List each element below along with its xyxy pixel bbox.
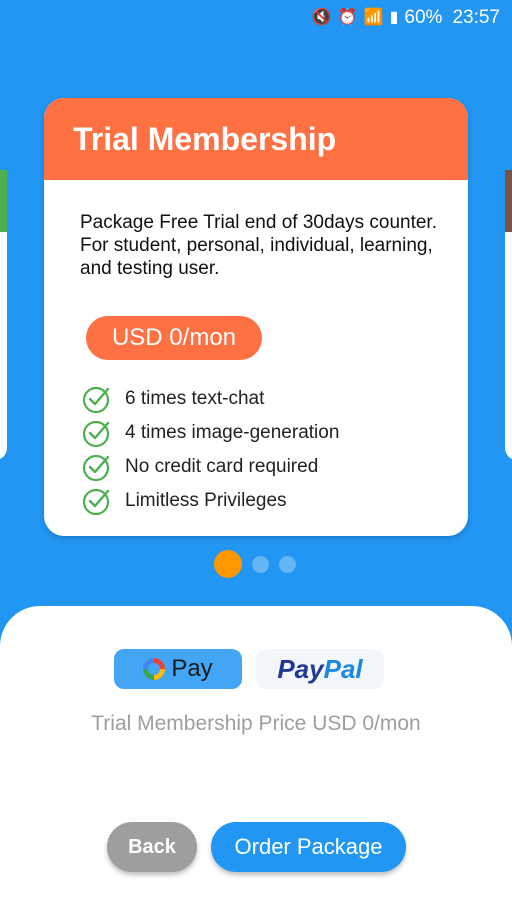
feature-item: 6 times text-chat bbox=[82, 382, 339, 416]
check-circle-icon bbox=[82, 420, 110, 448]
mute-icon: 🔇 bbox=[311, 9, 332, 26]
order-package-button[interactable]: Order Package bbox=[211, 822, 406, 872]
paypal-logo-pay: Pay bbox=[277, 653, 324, 684]
paypal-logo-pal: Pal bbox=[323, 653, 363, 684]
feature-label: 4 times image-generation bbox=[125, 422, 340, 443]
battery-icon: ▮ bbox=[389, 9, 399, 26]
feature-label: No credit card required bbox=[125, 456, 319, 477]
feature-label: Limitless Privileges bbox=[125, 490, 287, 511]
gpay-label: Pay bbox=[171, 655, 213, 682]
card-title: Trial Membership bbox=[73, 120, 337, 157]
google-logo-icon bbox=[143, 658, 166, 680]
payment-sheet: Pay Pay Pal Trial Membership Price USD 0/… bbox=[0, 606, 512, 910]
google-pay-button[interactable]: Pay bbox=[114, 649, 242, 689]
back-button[interactable]: Back bbox=[107, 822, 197, 872]
check-circle-icon bbox=[82, 488, 110, 516]
page-indicator bbox=[214, 550, 296, 578]
feature-item: Limitless Privileges bbox=[82, 484, 339, 518]
status-bar: 🔇 ⏰ 📶 ▮ 60% 23:57 bbox=[0, 0, 512, 36]
battery-percent: 60% bbox=[404, 7, 443, 28]
paypal-button[interactable]: Pay Pal bbox=[256, 649, 384, 689]
page-dot[interactable] bbox=[279, 555, 296, 573]
check-circle-icon bbox=[82, 454, 110, 482]
page-dot-active[interactable] bbox=[214, 550, 242, 578]
previous-card-header bbox=[0, 170, 7, 232]
package-card[interactable]: Trial Membership Package Free Trial end … bbox=[44, 98, 468, 536]
next-package-card[interactable] bbox=[505, 170, 512, 460]
price-badge: USD 0/mon bbox=[86, 316, 262, 360]
price-caption: Trial Membership Price USD 0/mon bbox=[91, 712, 421, 735]
previous-package-card[interactable] bbox=[0, 170, 7, 460]
page-dot[interactable] bbox=[252, 555, 269, 573]
clock: 23:57 bbox=[452, 7, 500, 28]
check-circle-icon bbox=[82, 386, 110, 414]
payment-methods: Pay Pay Pal bbox=[114, 649, 384, 689]
alarm-icon: ⏰ bbox=[337, 9, 358, 26]
feature-item: 4 times image-generation bbox=[82, 416, 339, 450]
card-description: Package Free Trial end of 30days counter… bbox=[80, 212, 437, 279]
wifi-icon: 📶 bbox=[363, 9, 384, 26]
feature-label: 6 times text-chat bbox=[125, 388, 265, 409]
card-header: Trial Membership bbox=[44, 98, 468, 180]
next-card-header bbox=[505, 170, 512, 232]
feature-list: 6 times text-chat 4 times image-generati… bbox=[82, 382, 339, 518]
feature-item: No credit card required bbox=[82, 450, 339, 484]
